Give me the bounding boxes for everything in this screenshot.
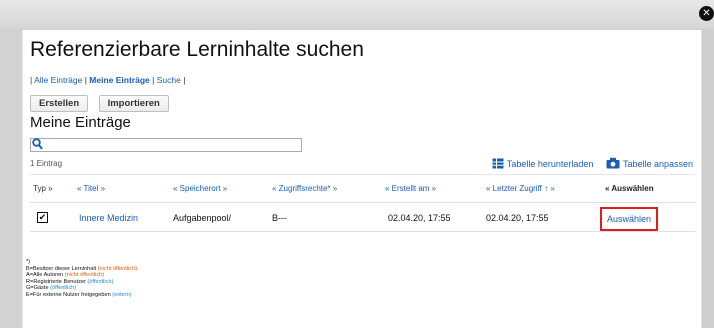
header-typ[interactable]: Typ » — [33, 175, 53, 203]
dialog-title: Referenzierbare Lerninhalte suchen — [30, 38, 364, 61]
header-speicherort[interactable]: « Speicherort » — [173, 175, 227, 203]
entry-title-link[interactable]: Innere Medizin — [79, 213, 138, 223]
cell-letzter-zugriff: 02.04.20, 17:55 — [486, 213, 549, 223]
legend-line: E=Für externe Nutzer freigegeben (extern… — [26, 291, 132, 298]
close-icon[interactable]: ✕ — [702, 8, 710, 19]
header-letzter-zugriff[interactable]: « Letzter Zugriff ↑ » — [486, 175, 555, 203]
header-titel[interactable]: « Titel » — [77, 175, 105, 203]
import-button[interactable]: Importieren — [98, 95, 169, 112]
legend-line: G=Gäste (öffentlich) — [26, 285, 77, 292]
search-icon[interactable] — [32, 138, 44, 152]
access-rights-legend: *) B=Besitzer dieser Lerninhalt (nicht ö… — [26, 259, 137, 299]
link-my-entries[interactable]: Meine Einträge — [89, 75, 149, 85]
download-table-label[interactable]: Tabelle herunterladen — [507, 159, 594, 169]
legend-line: B=Besitzer dieser Lerninhalt (nicht öffe… — [26, 265, 138, 272]
cell-speicherort: Aufgabenpool/ — [173, 213, 232, 223]
customize-table-button[interactable]: Tabelle anpassen — [606, 157, 693, 171]
legend-marker: *) — [26, 259, 31, 265]
link-all-entries[interactable]: Alle Einträge — [34, 75, 82, 85]
background-right-panel — [702, 30, 714, 328]
table-actions: Tabelle herunterladen Tabelle anpassen — [482, 157, 693, 171]
type-checkbox[interactable]: ✔ — [37, 212, 48, 223]
entry-count: 1 Eintrag — [30, 159, 63, 168]
legend-line: R=Registrierte Benutzer (öffentlich) — [26, 278, 114, 285]
search-dialog: Referenzierbare Lerninhalte suchen | All… — [22, 30, 702, 328]
table-row: ✔ Innere Medizin Aufgabenpool/ B--- 02.0… — [30, 202, 695, 232]
table-download-icon — [492, 158, 504, 171]
cell-zugriffsrechte: B--- — [272, 213, 287, 223]
legend-line: A=Alle Autoren (nicht öffentlich) — [26, 272, 105, 279]
search-input[interactable] — [30, 138, 302, 152]
download-table-button[interactable]: Tabelle herunterladen — [492, 158, 596, 171]
section-title: Meine Einträge — [30, 114, 131, 131]
background-left-panel — [0, 30, 22, 328]
link-search[interactable]: Suche — [157, 75, 181, 85]
header-zugriffsrechte[interactable]: « Zugriffsrechte* » — [272, 175, 337, 203]
header-erstellt[interactable]: « Erstellt am » — [385, 175, 436, 203]
table-header: Typ » « Titel » « Speicherort » « Zugrif… — [30, 174, 695, 202]
create-button[interactable]: Erstellen — [30, 95, 89, 112]
gear-icon — [606, 157, 620, 171]
view-links: | Alle Einträge | Meine Einträge | Suche… — [30, 75, 186, 85]
select-entry-link[interactable]: Auswählen — [600, 207, 659, 231]
header-auswaehlen[interactable]: « Auswählen — [605, 175, 654, 203]
close-dialog-button[interactable]: ✕ — [699, 6, 714, 21]
background-topbar — [0, 0, 714, 30]
action-buttons: Erstellen Importieren — [30, 93, 175, 112]
cell-erstellt: 02.04.20, 17:55 — [388, 213, 451, 223]
customize-table-label[interactable]: Tabelle anpassen — [623, 159, 693, 169]
